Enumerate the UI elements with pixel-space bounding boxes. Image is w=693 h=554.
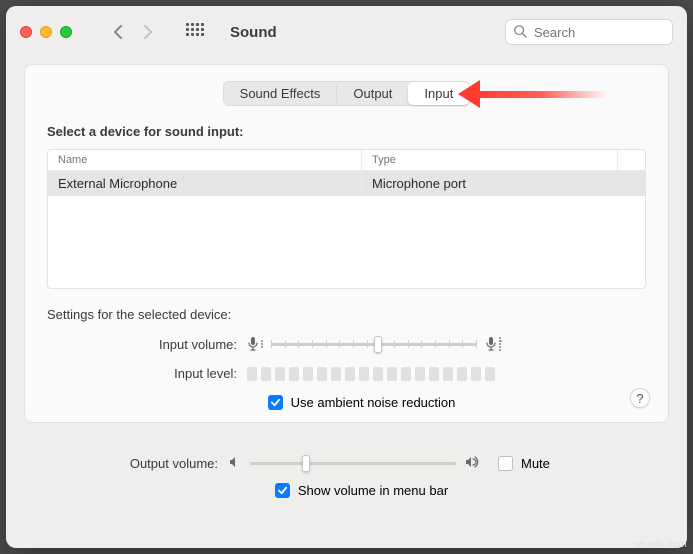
column-type-header[interactable]: Type — [362, 150, 617, 170]
input-volume-slider[interactable] — [271, 334, 477, 354]
help-button[interactable]: ? — [630, 388, 650, 408]
device-name-cell: External Microphone — [48, 171, 362, 196]
sound-panel: Sound Effects Output Input Select a devi… — [24, 64, 669, 423]
zoom-window-button[interactable] — [60, 26, 72, 38]
minimize-window-button[interactable] — [40, 26, 52, 38]
output-volume-control: Mute — [228, 453, 550, 473]
check-icon — [277, 485, 288, 496]
nav-buttons — [104, 18, 162, 46]
search-input[interactable] — [505, 19, 673, 45]
output-volume-slider[interactable] — [250, 453, 456, 473]
select-device-label: Select a device for sound input: — [47, 124, 646, 139]
show-all-button[interactable] — [186, 23, 204, 41]
check-icon — [270, 397, 281, 408]
input-level-row: Input level: — [47, 366, 646, 381]
speaker-low-icon — [228, 455, 242, 472]
ambient-noise-checkbox[interactable] — [268, 395, 283, 410]
column-spacer — [617, 150, 645, 170]
input-level-label: Input level: — [127, 366, 237, 381]
device-type-cell: Microphone port — [362, 171, 645, 196]
input-volume-control — [247, 334, 502, 354]
device-table: Name Type External Microphone Microphone… — [47, 149, 646, 289]
column-name-header[interactable]: Name — [48, 150, 362, 170]
window-title: Sound — [230, 24, 277, 41]
speaker-high-icon — [464, 455, 482, 472]
back-button[interactable] — [104, 18, 132, 46]
menubar-row: Show volume in menu bar — [28, 483, 665, 498]
input-volume-label: Input volume: — [127, 337, 237, 352]
toolbar: Sound — [6, 6, 687, 58]
menubar-checkbox[interactable] — [275, 483, 290, 498]
mute-label: Mute — [521, 456, 550, 471]
traffic-lights — [20, 26, 72, 38]
ambient-noise-label: Use ambient noise reduction — [291, 395, 456, 410]
annotation-arrow — [458, 86, 608, 102]
chevron-left-icon — [113, 25, 123, 39]
search-field-wrap — [505, 19, 673, 45]
close-window-button[interactable] — [20, 26, 32, 38]
forward-button[interactable] — [134, 18, 162, 46]
menubar-label: Show volume in menu bar — [298, 483, 448, 498]
tab-output[interactable]: Output — [336, 82, 408, 105]
mute-checkbox[interactable] — [498, 456, 513, 471]
ambient-noise-row: Use ambient noise reduction — [47, 395, 646, 410]
search-icon — [513, 24, 527, 41]
input-volume-row: Input volume: — [47, 334, 646, 354]
output-volume-row: Output volume: Mute — [28, 453, 665, 473]
input-level-meter — [247, 367, 495, 381]
mic-high-icon — [485, 336, 502, 352]
mic-low-icon — [247, 336, 263, 352]
settings-for-device-label: Settings for the selected device: — [47, 307, 646, 322]
table-row[interactable]: External Microphone Microphone port — [48, 171, 645, 196]
tab-sound-effects[interactable]: Sound Effects — [224, 82, 337, 105]
footer-area: Output volume: Mute Show volume — [6, 437, 687, 510]
watermark: wsxdn.com — [634, 539, 687, 550]
tab-group: Sound Effects Output Input — [223, 81, 471, 106]
table-header: Name Type — [48, 150, 645, 171]
chevron-right-icon — [143, 25, 153, 39]
output-volume-label: Output volume: — [108, 456, 218, 471]
